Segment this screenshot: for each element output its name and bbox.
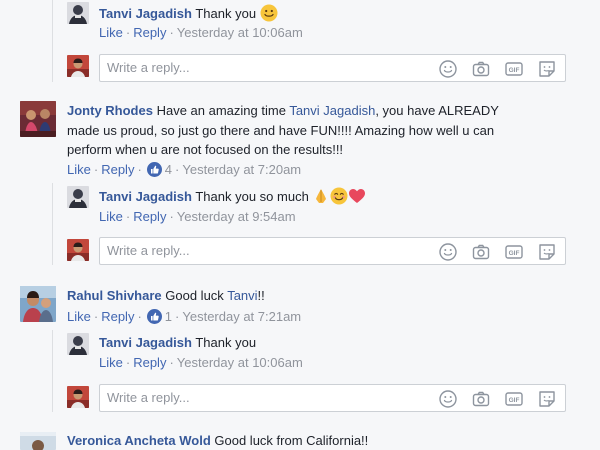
comment-text: Have an amazing time: [156, 103, 290, 118]
comment-text-line: perform when u are not focused on the re…: [67, 142, 344, 157]
avatar[interactable]: [67, 186, 89, 208]
reply-input[interactable]: Write a reply... GIF: [99, 237, 566, 265]
my-avatar: [67, 55, 89, 77]
comment-text: Thank you: [195, 335, 257, 350]
separator: ·: [137, 162, 142, 177]
separator: ·: [169, 25, 174, 40]
comment-text: Good luck: [165, 288, 228, 303]
like-link[interactable]: Like: [67, 309, 91, 324]
reply-link[interactable]: Reply: [101, 309, 134, 324]
sticker-icon[interactable]: [537, 59, 557, 79]
like-reaction-icon[interactable]: [146, 309, 162, 324]
reply-body: Tanvi Jagadish Thank you: [99, 334, 256, 352]
separator: ·: [137, 309, 142, 324]
sticker-icon[interactable]: [537, 389, 557, 409]
separator: ·: [125, 209, 131, 224]
reply-placeholder: Write a reply...: [107, 60, 190, 75]
emoji-icon[interactable]: [438, 389, 458, 409]
separator: ·: [93, 309, 99, 324]
reply-body: Tanvi Jagadish Thank you so much: [99, 187, 366, 210]
comment-author[interactable]: Tanvi Jagadish: [99, 335, 192, 350]
separator: ·: [93, 162, 99, 177]
like-link[interactable]: Like: [99, 209, 123, 224]
my-avatar: [67, 239, 89, 261]
like-link[interactable]: Like: [99, 355, 123, 370]
comment-author[interactable]: Veronica Ancheta Wold: [67, 433, 211, 448]
comment-text: Thank you so much: [195, 189, 309, 204]
smile-blush-emoji-icon: [330, 187, 348, 210]
comment-text: , you have ALREADY: [375, 103, 499, 118]
reply-input[interactable]: Write a reply... GIF: [99, 384, 566, 412]
comment-text: !!: [257, 288, 265, 303]
avatar[interactable]: [20, 101, 56, 137]
thread-line: [52, 183, 53, 265]
my-avatar: [67, 386, 89, 408]
comment-actions: Like · Reply · 4 · Yesterday at 7:20am: [67, 162, 301, 178]
comment-body: Jonty Rhodes Have an amazing time Tanvi …: [67, 102, 499, 120]
separator: ·: [169, 355, 174, 370]
reply-link[interactable]: Reply: [133, 25, 166, 40]
heart-emoji-icon: [348, 187, 366, 210]
comment-text: Thank you: [195, 6, 257, 21]
timestamp[interactable]: Yesterday at 10:06am: [177, 25, 303, 40]
reply-placeholder: Write a reply...: [107, 390, 190, 405]
separator: ·: [175, 309, 180, 324]
reply-actions: Like · Reply · Yesterday at 10:06am: [99, 355, 303, 371]
timestamp[interactable]: Yesterday at 9:54am: [177, 209, 296, 224]
sticker-icon[interactable]: [537, 242, 557, 262]
reply-actions: Like · Reply · Yesterday at 9:54am: [99, 209, 296, 225]
thread-line: [52, 0, 53, 82]
gif-icon[interactable]: GIF: [504, 59, 524, 79]
comment-body: Veronica Ancheta Wold Good luck from Cal…: [67, 432, 368, 450]
svg-text:GIF: GIF: [509, 67, 520, 74]
separator: ·: [169, 209, 174, 224]
timestamp[interactable]: Yesterday at 7:21am: [182, 309, 301, 324]
comment-actions: Like · Reply · Yesterday at 10:06am: [99, 25, 303, 41]
emoji-icon[interactable]: [438, 59, 458, 79]
like-count[interactable]: 4: [165, 162, 172, 177]
svg-text:GIF: GIF: [509, 250, 520, 257]
like-count[interactable]: 1: [165, 309, 172, 324]
camera-icon[interactable]: [471, 389, 491, 409]
comment-text-line: made us proud, so just go there and have…: [67, 123, 495, 138]
separator: ·: [125, 25, 131, 40]
avatar[interactable]: [67, 2, 89, 24]
reply-placeholder: Write a reply...: [107, 243, 190, 258]
camera-icon[interactable]: [471, 242, 491, 262]
reply-link[interactable]: Reply: [133, 209, 166, 224]
comment-author[interactable]: Jonty Rhodes: [67, 103, 153, 118]
like-link[interactable]: Like: [67, 162, 91, 177]
avatar[interactable]: [20, 432, 56, 450]
mention-link[interactable]: Tanvi: [227, 288, 257, 303]
folded-hands-emoji-icon: [312, 187, 330, 210]
comment-actions: Like · Reply · 1 · Yesterday at 7:21am: [67, 309, 301, 325]
smile-emoji-icon: [260, 4, 278, 27]
timestamp[interactable]: Yesterday at 7:20am: [182, 162, 301, 177]
like-link[interactable]: Like: [99, 25, 123, 40]
timestamp[interactable]: Yesterday at 10:06am: [177, 355, 303, 370]
reply-link[interactable]: Reply: [133, 355, 166, 370]
thread-line: [52, 330, 53, 412]
avatar[interactable]: [20, 286, 56, 322]
avatar[interactable]: [67, 333, 89, 355]
separator: ·: [125, 355, 131, 370]
comment-author[interactable]: Rahul Shivhare: [67, 288, 162, 303]
emoji-icon[interactable]: [438, 242, 458, 262]
camera-icon[interactable]: [471, 59, 491, 79]
comment-body: Rahul Shivhare Good luck Tanvi!!: [67, 287, 265, 305]
separator: ·: [175, 162, 180, 177]
comment-text: Good luck from California!!: [214, 433, 369, 448]
like-reaction-icon[interactable]: [146, 162, 162, 177]
comment-body: Tanvi Jagadish Thank you: [99, 4, 278, 27]
svg-text:GIF: GIF: [509, 397, 520, 404]
comment-author[interactable]: Tanvi Jagadish: [99, 189, 192, 204]
reply-input[interactable]: Write a reply... GIF: [99, 54, 566, 82]
reply-link[interactable]: Reply: [101, 162, 134, 177]
mention-link[interactable]: Tanvi Jagadish: [289, 103, 375, 118]
gif-icon[interactable]: GIF: [504, 242, 524, 262]
comment-author[interactable]: Tanvi Jagadish: [99, 6, 192, 21]
gif-icon[interactable]: GIF: [504, 389, 524, 409]
